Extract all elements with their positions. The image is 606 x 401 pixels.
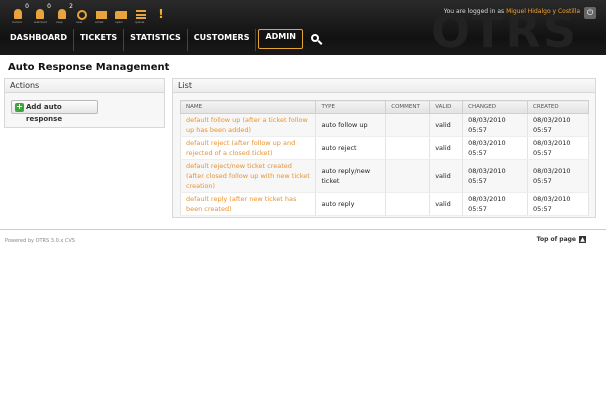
logout-icon[interactable]: ⏻ <box>584 7 596 19</box>
column-header-name[interactable]: NAME <box>179 100 317 114</box>
auto-response-name-link[interactable]: default reply (after new ticket has been… <box>179 192 317 216</box>
login-prefix: You are logged in as <box>443 8 505 15</box>
alert-icon[interactable]: ! <box>154 8 168 22</box>
folder-icon[interactable]: open <box>114 8 128 24</box>
auto-response-name-link[interactable]: default reject/new ticket created (after… <box>179 159 317 193</box>
auto-response-name-link[interactable]: default reject (after follow up and reje… <box>179 136 317 160</box>
column-header-changed[interactable]: CHANGED <box>462 100 529 114</box>
user-name-link[interactable]: Miguel Hidalgo y Costilla <box>506 8 580 15</box>
nav-dashboard[interactable]: DASHBOARD <box>4 29 74 51</box>
comment-cell <box>385 192 431 216</box>
envelope-icon[interactable]: email <box>94 8 108 24</box>
created-cell: 08/03/2010 05:57 <box>527 159 589 193</box>
table-row[interactable]: default reject/new ticket created (after… <box>179 159 589 193</box>
column-header-created[interactable]: CREATED <box>527 100 589 114</box>
queue-list-icon[interactable]: queue <box>134 8 148 24</box>
list-panel: List NAME TYPE COMMENT VALID CHANGED CRE… <box>172 78 596 218</box>
column-header-type[interactable]: TYPE <box>315 100 387 114</box>
add-auto-response-label: Add auto response <box>26 103 63 123</box>
changed-cell: 08/03/2010 05:57 <box>462 113 529 137</box>
valid-cell: valid <box>429 192 464 216</box>
type-cell: auto follow up <box>315 113 387 137</box>
type-cell: auto reply <box>315 192 387 216</box>
plus-icon: + <box>15 102 24 112</box>
table-row[interactable]: default follow up (after a ticket follow… <box>179 113 589 137</box>
table-row[interactable]: default reply (after new ticket has been… <box>179 192 589 216</box>
page-title: Auto Response Management <box>8 62 170 73</box>
comment-cell <box>385 113 431 137</box>
nav-tickets[interactable]: TICKETS <box>74 29 125 51</box>
nav-statistics[interactable]: STATISTICS <box>124 29 188 51</box>
responsible-tickets-icon[interactable]: 2 resp <box>55 3 73 24</box>
actions-heading: Actions <box>5 79 164 93</box>
comment-cell <box>385 159 431 193</box>
type-cell: auto reject <box>315 136 387 160</box>
valid-cell: valid <box>429 136 464 160</box>
search-icon[interactable] <box>303 29 327 51</box>
comment-cell <box>385 136 431 160</box>
top-header: OTRS 0 locked 0 watched 2 resp new email op… <box>0 0 606 58</box>
changed-cell: 08/03/2010 05:57 <box>462 136 529 160</box>
changed-cell: 08/03/2010 05:57 <box>462 192 529 216</box>
table-row[interactable]: default reject (after follow up and reje… <box>179 136 589 160</box>
list-heading: List <box>173 79 595 93</box>
column-header-comment[interactable]: COMMENT <box>385 100 431 114</box>
created-cell: 08/03/2010 05:57 <box>527 113 589 137</box>
refresh-icon[interactable]: new <box>75 8 89 24</box>
changed-cell: 08/03/2010 05:57 <box>462 159 529 193</box>
arrow-up-icon: ▲ <box>579 236 586 243</box>
page-footer: Powered by OTRS 3.0.x CVS Top of page ▲ <box>0 229 606 249</box>
created-cell: 08/03/2010 05:57 <box>527 192 589 216</box>
column-header-valid[interactable]: VALID <box>429 100 464 114</box>
nav-admin[interactable]: ADMIN <box>258 29 303 49</box>
top-of-page-link[interactable]: Top of page ▲ <box>537 236 586 243</box>
auto-response-table: NAME TYPE COMMENT VALID CHANGED CREATED … <box>179 100 589 216</box>
valid-cell: valid <box>429 159 464 193</box>
add-auto-response-button[interactable]: + Add auto response <box>11 100 98 123</box>
valid-cell: valid <box>429 113 464 137</box>
locked-tickets-icon[interactable]: 0 locked <box>11 3 29 24</box>
main-nav: DASHBOARD TICKETS STATISTICS CUSTOMERS A… <box>4 29 327 51</box>
nav-customers[interactable]: CUSTOMERS <box>188 29 257 51</box>
created-cell: 08/03/2010 05:57 <box>527 136 589 160</box>
top-of-page-label: Top of page <box>536 236 576 243</box>
actions-panel: Actions + Add auto response <box>4 78 165 128</box>
login-info: You are logged in as Miguel Hidalgo y Co… <box>444 8 580 15</box>
watched-tickets-icon[interactable]: 0 watched <box>33 3 51 24</box>
table-header-row: NAME TYPE COMMENT VALID CHANGED CREATED <box>179 100 589 114</box>
type-cell: auto reply/new ticket <box>315 159 387 193</box>
auto-response-name-link[interactable]: default follow up (after a ticket follow… <box>179 113 317 137</box>
powered-by-text: Powered by OTRS 3.0.x CVS <box>5 238 75 244</box>
